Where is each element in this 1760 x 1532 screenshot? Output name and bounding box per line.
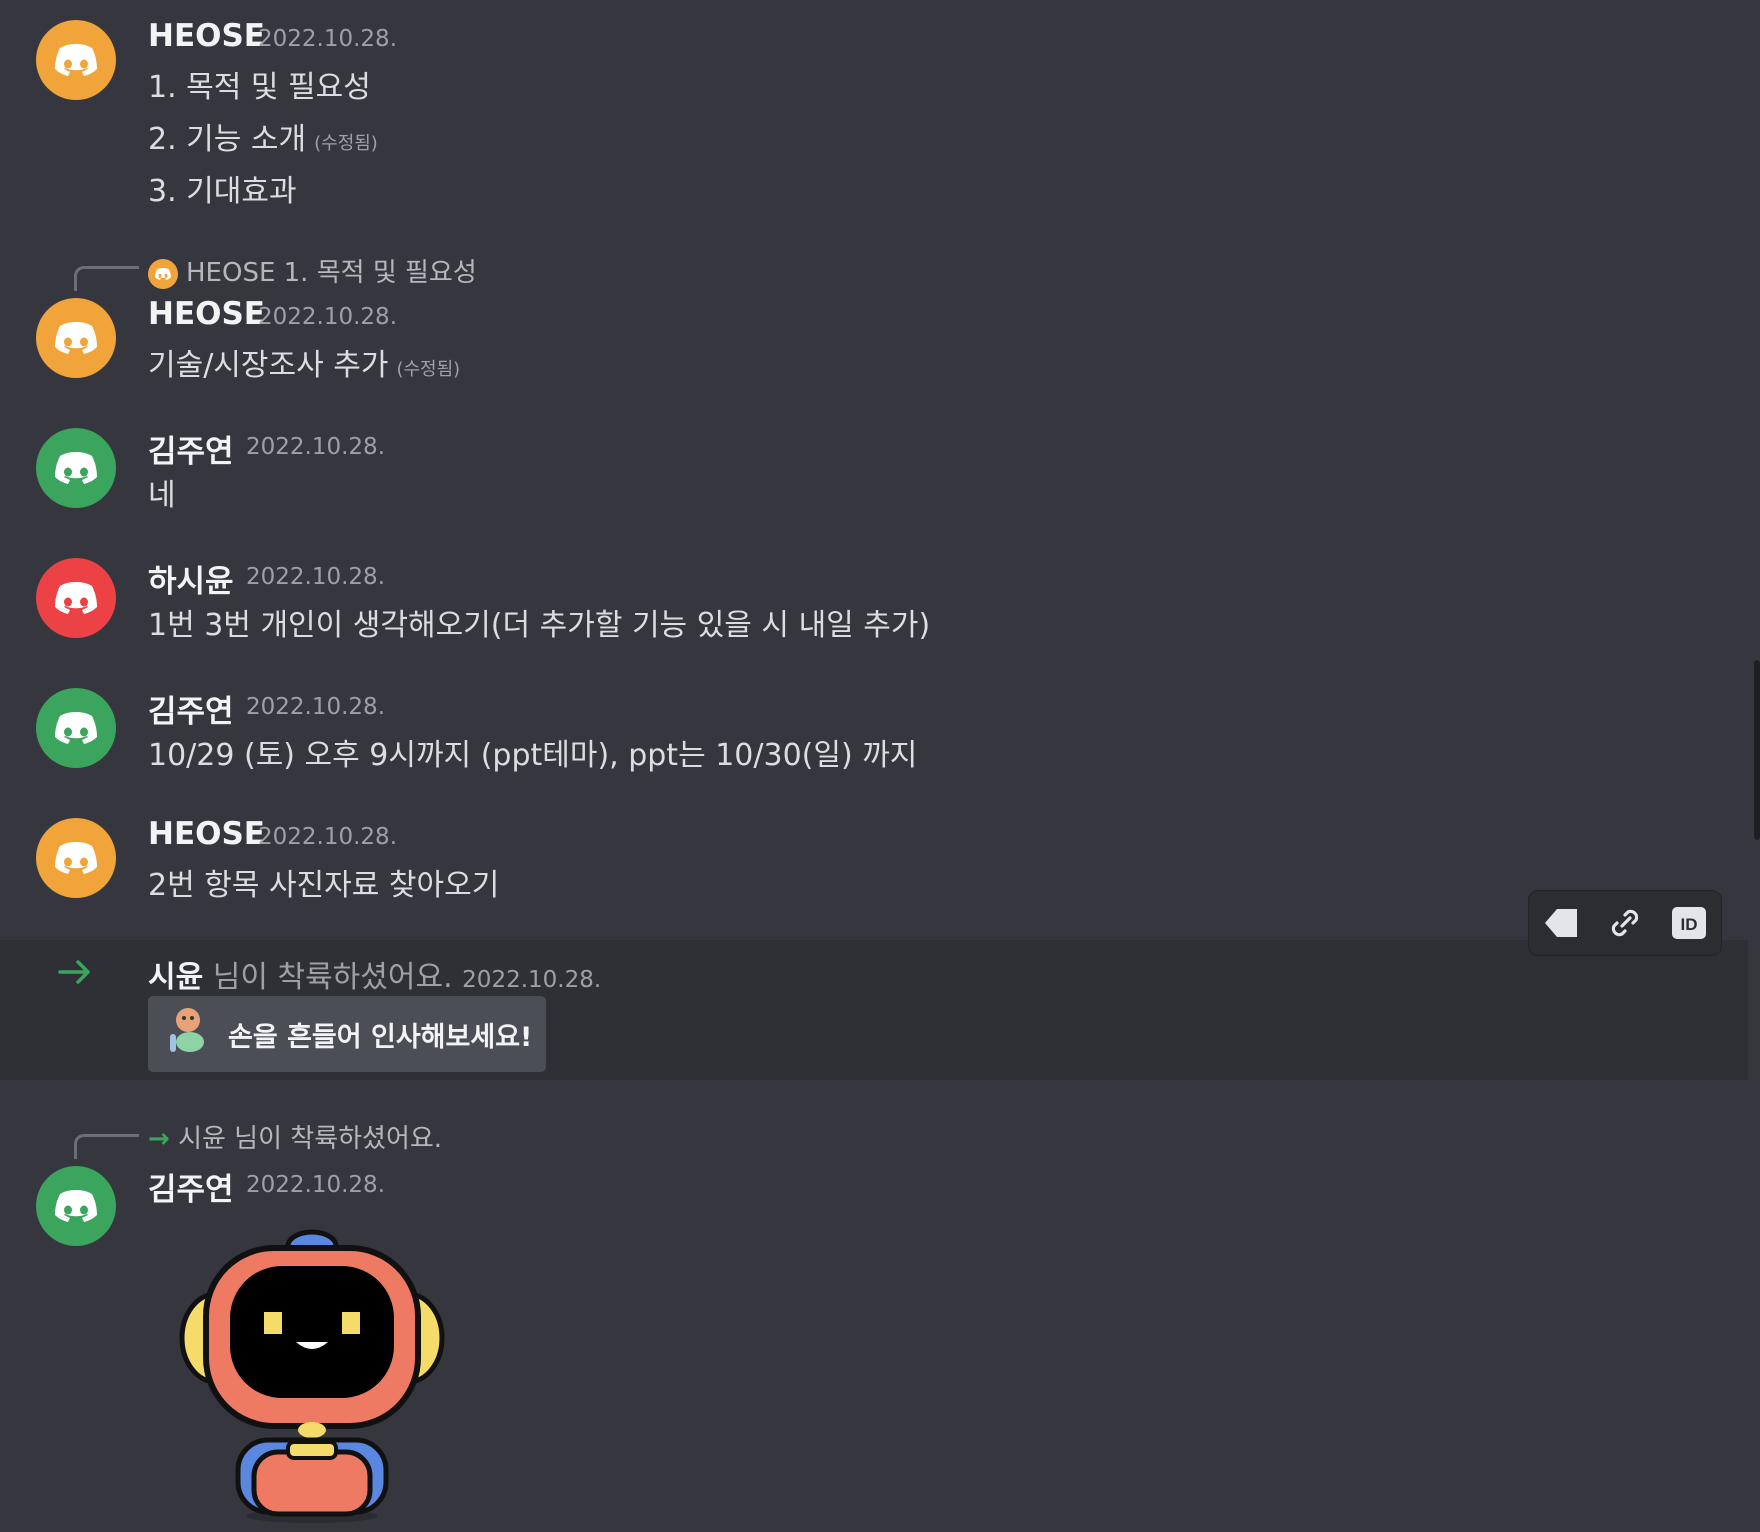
reply-connector: [74, 1134, 139, 1159]
avatar[interactable]: [36, 428, 116, 508]
discord-logo-icon: [148, 259, 178, 289]
reply-text: 시윤 님이 착륙하셨어요.: [178, 1124, 443, 1154]
avatar[interactable]: [36, 298, 116, 378]
svg-text:ID: ID: [1681, 915, 1698, 934]
message-line: 2번 항목 사진자료 찾아오기: [148, 868, 500, 903]
discord-logo-icon: [36, 688, 116, 768]
reply-username: HEOSE: [186, 258, 276, 288]
avatar[interactable]: [36, 688, 116, 768]
timestamp: 2022.10.28.: [462, 967, 602, 993]
username[interactable]: 김주연: [148, 1164, 234, 1209]
wave-button-label: 손을 흔들어 인사해보세요!: [228, 1021, 533, 1053]
username[interactable]: HEOSE: [148, 18, 265, 54]
tag-icon[interactable]: [1536, 898, 1586, 948]
discord-logo-icon: [36, 428, 116, 508]
discord-logo-icon: [36, 20, 116, 100]
link-icon[interactable]: [1600, 898, 1650, 948]
edited-label: (수정됨): [314, 133, 378, 154]
reply-preview[interactable]: HEOSE 1. 목적 및 필요성: [148, 252, 477, 289]
discord-logo-icon: [36, 558, 116, 638]
reply-connector: [74, 266, 139, 291]
message-line: 1번 3번 개인이 생각해오기(더 추가할 기능 있을 시 내일 추가): [148, 608, 931, 643]
message-text: 2. 기능 소개: [148, 122, 307, 157]
username[interactable]: 김주연: [148, 426, 234, 471]
timestamp: 2022.10.28.: [246, 1172, 385, 1198]
wave-button[interactable]: 손을 흔들어 인사해보세요!: [148, 996, 546, 1072]
discord-logo-icon: [36, 298, 116, 378]
message-hover-toolbar: ID: [1528, 890, 1722, 956]
username[interactable]: HEOSE: [148, 816, 265, 852]
reply-avatar: [148, 258, 178, 289]
message-line: 기술/시장조사 추가 (수정됨): [148, 340, 460, 384]
timestamp: 2022.10.28.: [246, 434, 385, 460]
avatar[interactable]: [36, 558, 116, 638]
discord-logo-icon: [36, 818, 116, 898]
username[interactable]: 김주연: [148, 686, 234, 731]
username[interactable]: HEOSE: [148, 296, 265, 332]
avatar[interactable]: [36, 1166, 116, 1246]
join-text: 시윤 님이 착륙하셨어요. 2022.10.28.: [148, 952, 601, 996]
join-message: 님이 착륙하셨어요.: [212, 960, 453, 995]
timestamp: 2022.10.28.: [258, 26, 397, 52]
timestamp: 2022.10.28.: [246, 564, 385, 590]
avatar[interactable]: [36, 20, 116, 100]
username[interactable]: 하시윤: [148, 556, 234, 601]
timestamp: 2022.10.28.: [258, 304, 397, 330]
timestamp: 2022.10.28.: [246, 694, 385, 720]
message-line: 2. 기능 소개 (수정됨): [148, 114, 378, 158]
discord-logo-icon: [36, 1166, 116, 1246]
message-line: 3. 기대효과: [148, 174, 297, 209]
reply-text: 1. 목적 및 필요성: [283, 258, 477, 288]
join-username[interactable]: 시윤: [148, 960, 203, 995]
wave-sticker-icon: [164, 1004, 212, 1065]
id-icon[interactable]: ID: [1664, 898, 1714, 948]
reply-preview[interactable]: → 시윤 님이 착륙하셨어요.: [148, 1118, 442, 1155]
scrollbar-thumb[interactable]: [1754, 660, 1760, 840]
timestamp: 2022.10.28.: [258, 824, 397, 850]
message-line: 네: [148, 478, 176, 513]
message-text: 기술/시장조사 추가: [148, 348, 389, 383]
edited-label: (수정됨): [396, 359, 461, 380]
wumpus-robot-sticker[interactable]: [172, 1226, 452, 1530]
message-line: 1. 목적 및 필요성: [148, 70, 371, 105]
avatar[interactable]: [36, 818, 116, 898]
message-line: 10/29 (토) 오후 9시까지 (ppt테마), ppt는 10/30(일)…: [148, 738, 918, 773]
join-arrow-icon: →: [148, 1124, 170, 1154]
join-arrow-icon: [56, 954, 96, 994]
